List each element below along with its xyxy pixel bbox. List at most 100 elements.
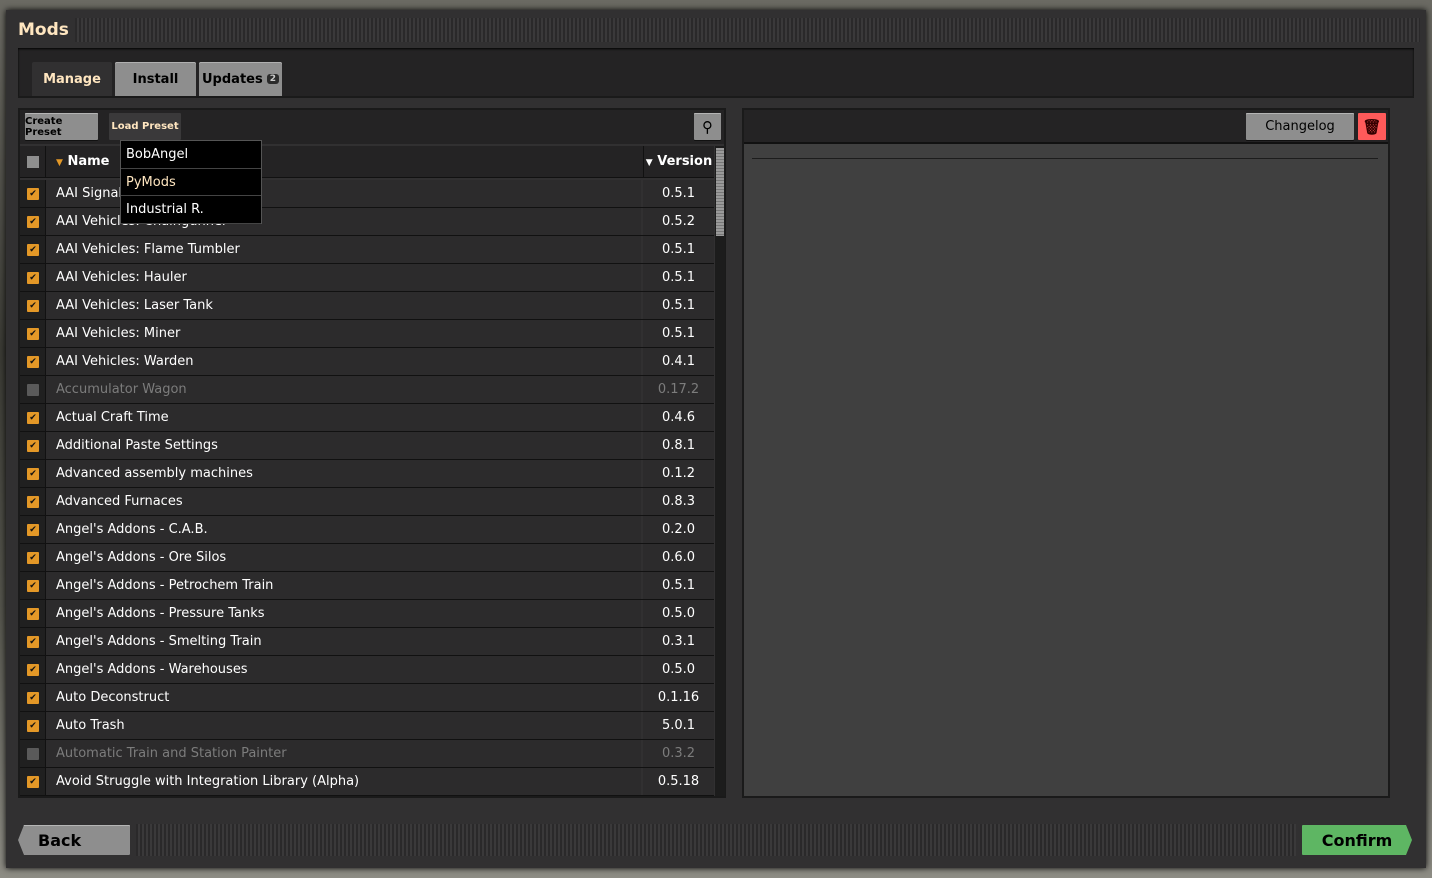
preset-dropdown: BobAngel PyMods Industrial R. [120, 140, 262, 224]
table-row[interactable]: ✔ AAI Vehicles: Laser Tank 0.5.1 [20, 292, 714, 320]
column-header-name[interactable]: ▼ Name [56, 154, 109, 169]
checkmark-icon: ✔ [27, 300, 39, 312]
table-row[interactable]: ✔ Angel's Addons - Petrochem Train 0.5.1 [20, 572, 714, 600]
mod-name: Auto Trash [46, 712, 641, 739]
table-row[interactable]: ✔ Auto Trash 5.0.1 [20, 712, 714, 740]
footer-drag-area [136, 824, 1296, 856]
tab-label: Updates [202, 71, 263, 87]
column-header-version[interactable]: ▼ Version [643, 146, 714, 178]
mod-version: 0.3.1 [643, 628, 714, 655]
mod-version: 0.5.1 [643, 236, 714, 263]
create-preset-button[interactable]: Create Preset [25, 113, 98, 140]
mod-enabled-checkbox[interactable]: ✔ [20, 264, 46, 291]
confirm-button[interactable]: Confirm [1302, 825, 1412, 855]
table-row[interactable]: ✔ AAI Vehicles: Flame Tumbler 0.5.1 [20, 236, 714, 264]
mod-version: 0.5.18 [643, 768, 714, 795]
mod-enabled-checkbox[interactable]: ✔ [20, 376, 46, 403]
mod-enabled-checkbox[interactable]: ✔ [20, 320, 46, 347]
scrollbar[interactable] [715, 146, 725, 796]
mod-enabled-checkbox[interactable]: ✔ [20, 236, 46, 263]
mod-enabled-checkbox[interactable]: ✔ [20, 180, 46, 207]
mod-enabled-checkbox[interactable]: ✔ [20, 488, 46, 515]
mod-enabled-checkbox[interactable]: ✔ [20, 208, 46, 235]
checkmark-icon: ✔ [27, 720, 39, 732]
mod-enabled-checkbox[interactable]: ✔ [20, 404, 46, 431]
mod-enabled-checkbox[interactable]: ✔ [20, 656, 46, 683]
table-row[interactable]: ✔ Additional Paste Settings 0.8.1 [20, 432, 714, 460]
mod-version: 0.5.1 [643, 292, 714, 319]
mod-name: AAI Vehicles: Miner [46, 320, 641, 347]
sort-arrow-icon: ▼ [56, 158, 63, 168]
table-row[interactable]: ✔ Actual Craft Time 0.4.6 [20, 404, 714, 432]
table-row[interactable]: ✔ AAI Vehicles: Warden 0.4.1 [20, 348, 714, 376]
table-row[interactable]: ✔ Auto Deconstruct 0.1.16 [20, 684, 714, 712]
table-row[interactable]: ✔ Avoid Struggle with Integration Library… [20, 768, 714, 796]
mod-version: 0.1.16 [643, 684, 714, 711]
mod-name: Additional Paste Settings [46, 432, 641, 459]
mod-enabled-checkbox[interactable]: ✔ [20, 460, 46, 487]
mod-enabled-checkbox[interactable]: ✔ [20, 348, 46, 375]
checkmark-icon: ✔ [27, 580, 39, 592]
checkmark-icon: ✔ [27, 692, 39, 704]
table-row[interactable]: ✔ AAI Vehicles: Hauler 0.5.1 [20, 264, 714, 292]
table-row[interactable]: ✔ Advanced Furnaces 0.8.3 [20, 488, 714, 516]
table-row[interactable]: ✔ AAI Vehicles: Miner 0.5.1 [20, 320, 714, 348]
table-row[interactable]: ✔ Angel's Addons - Warehouses 0.5.0 [20, 656, 714, 684]
sort-arrow-icon: ▼ [645, 158, 653, 168]
select-all-checkbox[interactable] [20, 146, 46, 178]
mod-details-panel: Changelog 🗑 [742, 108, 1390, 798]
table-row[interactable]: ✔ Angel's Addons - Smelting Train 0.3.1 [20, 628, 714, 656]
checkmark-icon: ✔ [27, 524, 39, 536]
mod-name: Accumulator Wagon [46, 376, 641, 403]
mod-name: AAI Vehicles: Warden [46, 348, 641, 375]
preset-menu-item[interactable]: Industrial R. [121, 196, 261, 224]
tab-label: Manage [43, 71, 101, 87]
drag-handle[interactable] [75, 18, 1420, 42]
table-row[interactable]: ✔ Automatic Train and Station Painter0.3.… [20, 740, 714, 768]
mod-name: Angel's Addons - Pressure Tanks [46, 600, 641, 627]
mod-name: Advanced assembly machines [46, 460, 641, 487]
mod-enabled-checkbox[interactable]: ✔ [20, 432, 46, 459]
mod-enabled-checkbox[interactable]: ✔ [20, 712, 46, 739]
checkmark-icon: ✔ [27, 496, 39, 508]
tab-updates[interactable]: Updates 2 [199, 62, 282, 96]
tab-manage[interactable]: Manage [32, 62, 112, 96]
table-row[interactable]: ✔ Angel's Addons - Ore Silos 0.6.0 [20, 544, 714, 572]
mod-version: 0.3.2 [643, 740, 714, 767]
table-row[interactable]: ✔ Accumulator Wagon0.17.2 [20, 376, 714, 404]
preset-menu-item[interactable]: BobAngel [121, 141, 261, 169]
delete-mod-button[interactable]: 🗑 [1358, 113, 1386, 140]
mod-enabled-checkbox[interactable]: ✔ [20, 628, 46, 655]
table-row[interactable]: ✔ Angel's Addons - C.A.B. 0.2.0 [20, 516, 714, 544]
scrollbar-thumb[interactable] [716, 148, 724, 236]
mod-enabled-checkbox[interactable]: ✔ [20, 600, 46, 627]
table-row[interactable]: ✔ Advanced assembly machines 0.1.2 [20, 460, 714, 488]
checkmark-icon: ✔ [27, 356, 39, 368]
mod-enabled-checkbox[interactable]: ✔ [20, 572, 46, 599]
changelog-button[interactable]: Changelog [1246, 113, 1354, 140]
mod-version: 0.5.1 [643, 572, 714, 599]
preset-menu-item[interactable]: PyMods [121, 169, 261, 196]
checkmark-icon: ✔ [27, 608, 39, 620]
mod-enabled-checkbox[interactable]: ✔ [20, 292, 46, 319]
mod-enabled-checkbox[interactable]: ✔ [20, 544, 46, 571]
mod-enabled-checkbox[interactable]: ✔ [20, 516, 46, 543]
mod-enabled-checkbox[interactable]: ✔ [20, 768, 46, 795]
checkmark-icon: ✔ [27, 384, 39, 396]
mod-enabled-checkbox[interactable]: ✔ [20, 684, 46, 711]
table-row[interactable]: ✔ Angel's Addons - Pressure Tanks 0.5.0 [20, 600, 714, 628]
mod-enabled-checkbox[interactable]: ✔ [20, 740, 46, 767]
mod-name: Automatic Train and Station Painter [46, 740, 641, 767]
mod-version: 0.6.0 [643, 544, 714, 571]
back-button[interactable]: Back [18, 825, 130, 855]
tab-install[interactable]: Install [115, 62, 196, 96]
mod-name: Auto Deconstruct [46, 684, 641, 711]
divider [752, 158, 1378, 159]
mod-version: 0.1.2 [643, 460, 714, 487]
load-preset-button[interactable]: Load Preset [109, 113, 181, 140]
updates-count-badge: 2 [266, 74, 279, 84]
checkmark-icon: ✔ [27, 552, 39, 564]
mod-version: 0.8.1 [643, 432, 714, 459]
mod-name: AAI Vehicles: Flame Tumbler [46, 236, 641, 263]
search-button[interactable]: ⚲ [694, 113, 721, 140]
